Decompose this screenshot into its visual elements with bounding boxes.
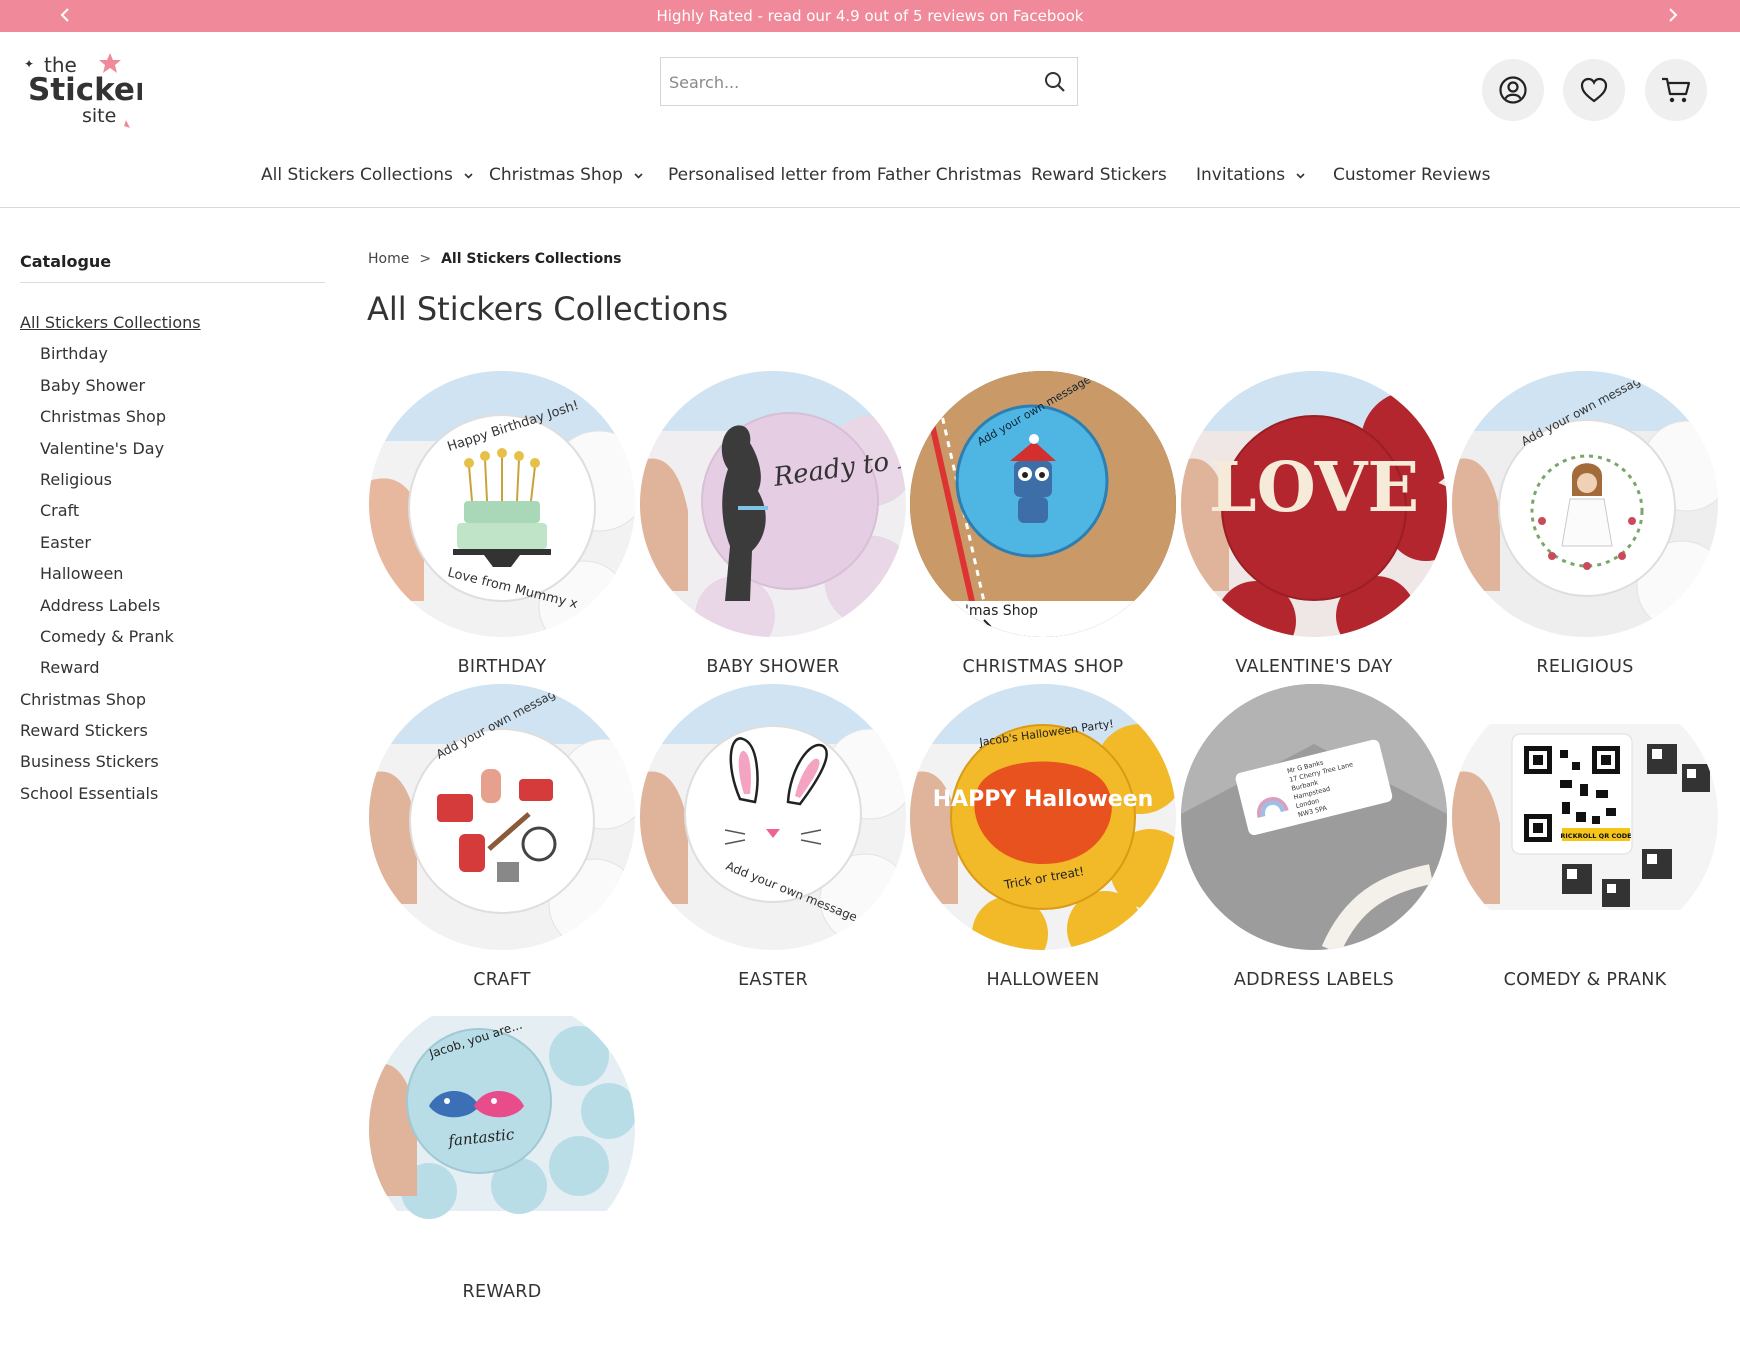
category-tile-address-labels[interactable]: Mr G Banks 17 Cherry Tree Lane Burbank H… xyxy=(1179,684,1449,990)
nav-reward-stickers[interactable]: Reward Stickers xyxy=(1031,165,1167,185)
category-tile-comedy-prank[interactable]: RICKROLL QR CODE COMEDY & PRANK xyxy=(1450,684,1720,990)
nav-divider xyxy=(0,207,1740,208)
category-label[interactable]: EASTER xyxy=(638,970,908,990)
announcement-bar: Highly Rated - read our 4.9 out of 5 rev… xyxy=(0,0,1740,32)
overlay-link-text: 'mas Shop xyxy=(965,603,1039,619)
star-icon xyxy=(99,53,121,73)
nav-label: Invitations xyxy=(1196,165,1286,185)
sidebar-item-easter[interactable]: Easter xyxy=(20,533,201,564)
category-image: Add your own message xyxy=(640,684,906,950)
svg-text:✦: ✦ xyxy=(24,57,34,71)
category-image: RICKROLL QR CODE xyxy=(1452,684,1718,950)
category-image: Happy Birthday Josh! Love from Mummy x xyxy=(369,371,635,637)
category-label[interactable]: RELIGIOUS xyxy=(1450,657,1720,677)
chevron-down-icon xyxy=(634,172,643,179)
search-input[interactable] xyxy=(669,66,1029,98)
category-image: Add your own message 'mas Shop xyxy=(910,371,1176,637)
category-image: Jacob, you are... fantastic xyxy=(369,996,635,1262)
sidebar-list: All Stickers Collections Birthday Baby S… xyxy=(20,313,201,815)
category-tile-halloween[interactable]: HAPPY Halloween Jacob's Halloween Party!… xyxy=(908,684,1178,990)
sidebar-item-school-essentials[interactable]: School Essentials xyxy=(20,784,201,815)
page-title: All Stickers Collections xyxy=(367,290,729,328)
category-label[interactable]: ADDRESS LABELS xyxy=(1179,970,1449,990)
arrow-right-icon xyxy=(972,619,992,633)
nav-father-christmas-letter[interactable]: Personalised letter from Father Christma… xyxy=(668,165,1021,185)
category-image: HAPPY Halloween Jacob's Halloween Party!… xyxy=(910,684,1176,950)
logo-graphic: ✦ the Sticker site xyxy=(24,53,151,128)
search-icon[interactable] xyxy=(1043,70,1067,94)
chevron-right-icon[interactable] xyxy=(1661,4,1683,26)
category-tile-birthday[interactable]: Happy Birthday Josh! Love from Mummy x B… xyxy=(367,371,637,677)
chevron-down-icon xyxy=(464,172,473,179)
nav-label: Reward Stickers xyxy=(1031,165,1167,185)
category-image: Mr G Banks 17 Cherry Tree Lane Burbank H… xyxy=(1181,684,1447,950)
qr-badge-text: RICKROLL QR CODE xyxy=(1560,832,1631,840)
sticker-middle-text: HAPPY Halloween xyxy=(933,787,1154,812)
cart-button[interactable] xyxy=(1645,59,1707,121)
sidebar-item-baby-shower[interactable]: Baby Shower xyxy=(20,376,201,407)
cart-icon xyxy=(1662,77,1691,103)
category-tile-easter[interactable]: Add your own message EASTER xyxy=(638,684,908,990)
heart-icon xyxy=(1580,77,1608,103)
category-image: Add your own message xyxy=(1452,371,1718,637)
nav-invitations[interactable]: Invitations xyxy=(1196,165,1306,185)
category-label[interactable]: BIRTHDAY xyxy=(367,657,637,677)
account-button[interactable] xyxy=(1482,59,1544,121)
nav-label: Customer Reviews xyxy=(1333,165,1491,185)
category-label[interactable]: REWARD xyxy=(367,1282,637,1302)
breadcrumb: Home > All Stickers Collections xyxy=(368,251,622,267)
nav-christmas-shop[interactable]: Christmas Shop xyxy=(489,165,644,185)
sidebar-item-halloween[interactable]: Halloween xyxy=(20,564,201,595)
sidebar-item-christmas-shop-top[interactable]: Christmas Shop xyxy=(20,690,201,721)
sidebar-item-reward-stickers[interactable]: Reward Stickers xyxy=(20,721,201,752)
sidebar-item-comedy-prank[interactable]: Comedy & Prank xyxy=(20,627,201,658)
sidebar-item-address-labels[interactable]: Address Labels xyxy=(20,596,201,627)
category-image: Add your own message xyxy=(369,684,635,950)
category-tile-craft[interactable]: Add your own message CRAFT xyxy=(367,684,637,990)
main-navigation: All Stickers Collections Christmas Shop … xyxy=(0,150,1740,202)
breadcrumb-home[interactable]: Home xyxy=(368,251,409,267)
account-icon xyxy=(1499,76,1527,104)
category-tile-christmas-shop[interactable]: Add your own message 'mas Shop CHRISTMAS… xyxy=(908,371,1178,677)
sidebar-item-business-stickers[interactable]: Business Stickers xyxy=(20,752,201,783)
sticker-text: LOVE xyxy=(1209,448,1419,528)
category-image: LOVE xyxy=(1181,371,1447,637)
sidebar-divider xyxy=(20,282,325,283)
site-logo[interactable]: ✦ the Sticker site xyxy=(22,50,151,130)
category-label[interactable]: BABY SHOWER xyxy=(638,657,908,677)
category-tile-valentines-day[interactable]: LOVE VALENTINE'S DAY xyxy=(1179,371,1449,677)
nav-customer-reviews[interactable]: Customer Reviews xyxy=(1333,165,1491,185)
category-tile-reward[interactable]: Jacob, you are... fantastic REWARD xyxy=(367,996,637,1302)
breadcrumb-separator: > xyxy=(419,251,432,267)
sidebar-title: Catalogue xyxy=(20,252,112,271)
nav-label: Christmas Shop xyxy=(489,165,623,185)
sidebar-item-valentines-day[interactable]: Valentine's Day xyxy=(20,439,201,470)
sidebar-item-reward[interactable]: Reward xyxy=(20,658,201,689)
category-label[interactable]: HALLOWEEN xyxy=(908,970,1178,990)
category-tile-baby-shower[interactable]: Ready to POP! BABY SHOWER xyxy=(638,371,908,677)
nav-label: All Stickers Collections xyxy=(261,165,453,185)
category-label[interactable]: VALENTINE'S DAY xyxy=(1179,657,1449,677)
logo-line2: Sticker xyxy=(28,72,142,108)
category-label[interactable]: CRAFT xyxy=(367,970,637,990)
search-box xyxy=(660,57,1078,106)
category-label[interactable]: COMEDY & PRANK xyxy=(1450,970,1720,990)
sidebar-item-religious[interactable]: Religious xyxy=(20,470,201,501)
breadcrumb-current: All Stickers Collections xyxy=(441,251,622,267)
category-label[interactable]: CHRISTMAS SHOP xyxy=(908,657,1178,677)
category-tile-religious[interactable]: Add your own message RELIGIOUS xyxy=(1450,371,1720,677)
wishlist-button[interactable] xyxy=(1563,59,1625,121)
sidebar-item-christmas-shop[interactable]: Christmas Shop xyxy=(20,407,201,438)
christmas-shop-link[interactable]: 'mas Shop xyxy=(965,603,1038,633)
sidebar-item-all-stickers[interactable]: All Stickers Collections xyxy=(20,313,201,344)
logo-line3: site xyxy=(82,105,116,127)
sidebar-item-craft[interactable]: Craft xyxy=(20,501,201,532)
nav-all-stickers[interactable]: All Stickers Collections xyxy=(261,165,474,185)
chevron-down-icon xyxy=(1296,172,1305,179)
sidebar-item-birthday[interactable]: Birthday xyxy=(20,344,201,375)
announcement-text[interactable]: Highly Rated - read our 4.9 out of 5 rev… xyxy=(0,7,1740,25)
nav-label: Personalised letter from Father Christma… xyxy=(668,165,1022,185)
category-image: Ready to POP! xyxy=(640,371,906,637)
